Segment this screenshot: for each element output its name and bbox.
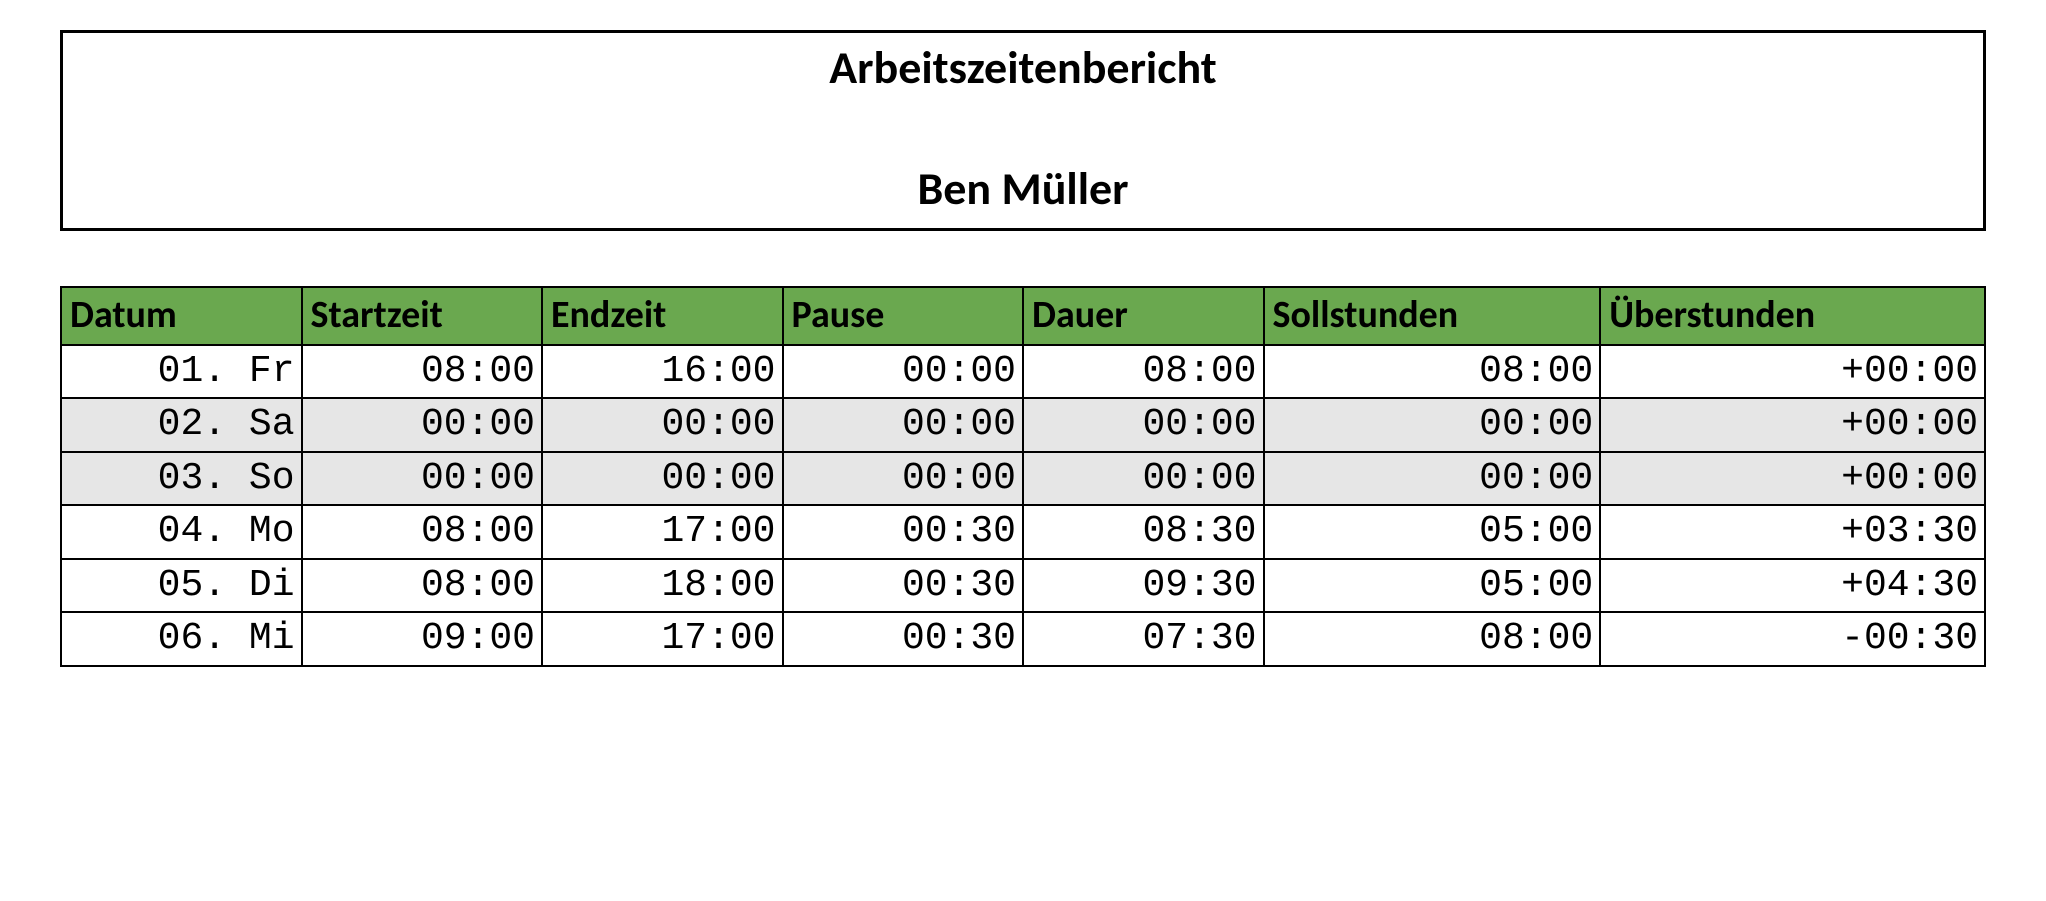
cell-datum: 04. Mo — [61, 505, 302, 559]
col-header-dauer: Dauer — [1023, 287, 1264, 345]
table-row: 05. Di08:0018:0000:3009:3005:00+04:30 — [61, 559, 1985, 613]
cell-end: 16:00 — [542, 345, 783, 399]
cell-end: 17:00 — [542, 612, 783, 666]
cell-pause: 00:30 — [783, 612, 1024, 666]
col-header-soll: Sollstunden — [1264, 287, 1601, 345]
table-row: 06. Mi09:0017:0000:3007:3008:00-00:30 — [61, 612, 1985, 666]
cell-datum: 02. Sa — [61, 398, 302, 452]
col-header-end: Endzeit — [542, 287, 783, 345]
cell-dauer: 07:30 — [1023, 612, 1264, 666]
cell-start: 00:00 — [302, 452, 543, 506]
cell-datum: 06. Mi — [61, 612, 302, 666]
cell-pause: 00:00 — [783, 452, 1024, 506]
cell-soll: 05:00 — [1264, 559, 1601, 613]
cell-soll: 00:00 — [1264, 452, 1601, 506]
cell-datum: 03. So — [61, 452, 302, 506]
cell-soll: 08:00 — [1264, 345, 1601, 399]
report-title: Arbeitszeitenbericht — [63, 43, 1983, 94]
cell-ueber: -00:30 — [1600, 612, 1985, 666]
table-body: 01. Fr08:0016:0000:0008:0008:00+00:0002.… — [61, 345, 1985, 666]
cell-start: 09:00 — [302, 612, 543, 666]
table-header-row: Datum Startzeit Endzeit Pause Dauer Soll… — [61, 287, 1985, 345]
report-employee-name: Ben Müller — [63, 164, 1983, 215]
cell-end: 00:00 — [542, 452, 783, 506]
cell-dauer: 09:30 — [1023, 559, 1264, 613]
table-row: 02. Sa00:0000:0000:0000:0000:00+00:00 — [61, 398, 1985, 452]
timesheet-table: Datum Startzeit Endzeit Pause Dauer Soll… — [60, 286, 1986, 667]
cell-ueber: +00:00 — [1600, 452, 1985, 506]
cell-pause: 00:00 — [783, 398, 1024, 452]
cell-dauer: 00:00 — [1023, 398, 1264, 452]
cell-pause: 00:00 — [783, 345, 1024, 399]
cell-ueber: +04:30 — [1600, 559, 1985, 613]
cell-soll: 00:00 — [1264, 398, 1601, 452]
cell-end: 18:00 — [542, 559, 783, 613]
cell-datum: 01. Fr — [61, 345, 302, 399]
cell-dauer: 08:00 — [1023, 345, 1264, 399]
report-header-box: Arbeitszeitenbericht Ben Müller — [60, 30, 1986, 231]
table-row: 03. So00:0000:0000:0000:0000:00+00:00 — [61, 452, 1985, 506]
cell-ueber: +00:00 — [1600, 398, 1985, 452]
table-row: 01. Fr08:0016:0000:0008:0008:00+00:00 — [61, 345, 1985, 399]
cell-ueber: +00:00 — [1600, 345, 1985, 399]
col-header-datum: Datum — [61, 287, 302, 345]
cell-pause: 00:30 — [783, 559, 1024, 613]
cell-dauer: 08:30 — [1023, 505, 1264, 559]
cell-end: 00:00 — [542, 398, 783, 452]
cell-start: 08:00 — [302, 345, 543, 399]
cell-start: 08:00 — [302, 559, 543, 613]
header-spacer — [63, 94, 1983, 164]
table-row: 04. Mo08:0017:0000:3008:3005:00+03:30 — [61, 505, 1985, 559]
cell-pause: 00:30 — [783, 505, 1024, 559]
col-header-start: Startzeit — [302, 287, 543, 345]
cell-start: 00:00 — [302, 398, 543, 452]
col-header-ueber: Überstunden — [1600, 287, 1985, 345]
cell-dauer: 00:00 — [1023, 452, 1264, 506]
cell-start: 08:00 — [302, 505, 543, 559]
cell-soll: 08:00 — [1264, 612, 1601, 666]
cell-end: 17:00 — [542, 505, 783, 559]
cell-ueber: +03:30 — [1600, 505, 1985, 559]
col-header-pause: Pause — [783, 287, 1024, 345]
cell-soll: 05:00 — [1264, 505, 1601, 559]
cell-datum: 05. Di — [61, 559, 302, 613]
